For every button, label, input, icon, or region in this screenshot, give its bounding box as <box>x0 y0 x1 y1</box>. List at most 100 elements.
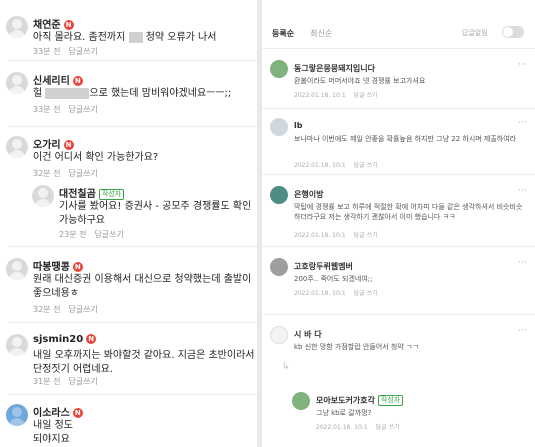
comment-text: 200주.. 죽어도 되겠네여;; <box>294 275 373 283</box>
comment-meta: 2022.01.18. 10:1 답글 쓰기 <box>294 288 378 297</box>
reply-link[interactable]: 답글 쓰기 <box>354 92 378 99</box>
reply-alert-label: 답글알림 <box>462 29 488 37</box>
new-badge: N <box>72 408 83 418</box>
comment-nickname[interactable]: 모아보도커가호각 작성자 <box>316 395 404 406</box>
comment-time: 2022.01.18. 10:1 <box>294 162 346 169</box>
divider <box>262 314 535 315</box>
comment-time: 33분 전 <box>33 105 61 114</box>
divider <box>8 246 257 247</box>
comment-meta: 33분 전 답글쓰기 <box>33 104 98 115</box>
more-icon[interactable]: ··· <box>518 258 527 268</box>
comment-text-part: 으로 했는데 맘비워야겠네요ㅡㅡ;; <box>89 88 232 99</box>
reply-alert-toggle[interactable] <box>502 26 524 38</box>
reply-link[interactable]: 답글 쓰기 <box>376 424 400 431</box>
divider <box>8 394 257 395</box>
comment-nickname[interactable]: 고호랑두뤼웹멤버 <box>294 261 353 272</box>
comment-text: 아직 몰라요. 좀전까지 청약 오류가 나서 <box>33 31 255 45</box>
comment-meta: 31분 전 답글쓰기 <box>33 376 98 387</box>
reply-link[interactable]: 답글쓰기 <box>68 47 97 56</box>
comment-panel-left: 채연준 N 아직 몰라요. 좀전까지 청약 오류가 나서 33분 전 답글쓰기 신세… <box>0 0 257 447</box>
comment-time: 23분 전 <box>59 230 87 239</box>
avatar[interactable] <box>6 136 28 158</box>
new-badge: N <box>86 334 97 344</box>
reply-link[interactable]: 답글쓰기 <box>68 169 97 178</box>
tab-register-order[interactable]: 등록순 <box>272 29 294 38</box>
comment-time: 2022.01.18. 10:1 <box>294 290 346 297</box>
avatar[interactable] <box>270 258 288 276</box>
reply-link[interactable]: 답글 쓰기 <box>354 290 378 297</box>
comment-nickname[interactable]: 따봉땡콩 N <box>33 258 83 273</box>
more-icon[interactable]: ··· <box>518 118 527 128</box>
comment-nickname[interactable]: lb <box>294 121 302 130</box>
nickname-text: 오가리 <box>33 140 61 151</box>
avatar[interactable] <box>32 185 54 207</box>
reply-link[interactable]: 답글쓰기 <box>94 230 123 239</box>
comment-time: 2022.01.18. 10:1 <box>316 424 368 431</box>
author-badge: 작성자 <box>377 395 404 406</box>
avatar[interactable] <box>6 404 28 426</box>
comment-text: 환불이라도 머머서야죠 넷 경쟁률 보고가셔요 <box>294 77 426 85</box>
comment-time: 32분 전 <box>33 169 61 178</box>
more-icon[interactable]: ··· <box>518 326 527 336</box>
avatar[interactable] <box>6 334 28 356</box>
comment-meta: 23분 전 답글쓰기 <box>59 229 124 240</box>
avatar[interactable] <box>6 72 28 94</box>
reply-link[interactable]: 답글쓰기 <box>68 377 97 386</box>
comment-text: kb 신한 망함 가점할랍 안들어서 청약 ㄱㄱ <box>294 343 419 351</box>
avatar[interactable] <box>6 16 28 38</box>
new-badge: N <box>72 262 83 272</box>
more-icon[interactable]: ··· <box>518 186 527 196</box>
comment-meta: 32분 전 답글쓰기 <box>33 168 98 179</box>
comment-text: 내일 정도 되야지요 <box>33 420 73 445</box>
avatar[interactable] <box>270 186 288 204</box>
comment-text: 보나마나 이번에도 제일 안좋을 확률높음 하지만 그냥 22 하시며 제출하여… <box>294 135 517 143</box>
divider <box>262 246 535 247</box>
reply-link[interactable]: 답글쓰기 <box>68 105 97 114</box>
comment-time: 2022.01.18. 10:1 <box>294 92 346 99</box>
reply-link[interactable]: 답글 쓰기 <box>354 232 378 239</box>
divider <box>262 108 535 109</box>
author-badge: 작성자 <box>98 188 125 200</box>
comment-nickname[interactable]: 은행이방 <box>294 189 323 200</box>
nickname-text: 채연준 <box>33 20 61 31</box>
comment-nickname[interactable]: 시 바 다 <box>294 329 322 340</box>
nickname-text: 따봉땡콩 <box>33 262 70 273</box>
avatar[interactable] <box>6 258 28 280</box>
comment-nickname[interactable]: 신세리티 N <box>33 72 83 87</box>
redacted-text <box>45 87 90 99</box>
nickname-text: 모아보도커가호각 <box>316 396 375 405</box>
comment-meta: 2022.01.18. 10:1 답글 쓰기 <box>294 90 378 99</box>
comment-time: 2022.01.18. 10:1 <box>294 232 346 239</box>
comment-text: 원래 대신증권 이용해서 대신으로 청약했는데 출발이 좋으네용ㅎ <box>33 274 252 299</box>
avatar[interactable] <box>292 392 310 410</box>
avatar[interactable] <box>270 60 288 78</box>
sort-tabs: 등록순 최신순 <box>272 28 332 39</box>
comment-text: 헐 으로 했는데 맘비워야겠네요ㅡㅡ;; <box>33 87 255 101</box>
comment-nickname[interactable]: sjsmin20 N <box>33 334 97 345</box>
comment-time: 32분 전 <box>33 305 61 314</box>
nickname-text: 대전칠곰 <box>59 189 96 200</box>
nickname-text: 신세리티 <box>33 76 70 87</box>
tab-latest[interactable]: 최신순 <box>310 29 332 38</box>
comment-nickname[interactable]: 이소라스 N <box>33 404 83 419</box>
comment-time: 31분 전 <box>33 377 61 386</box>
comment-nickname[interactable]: 동그랗은뭉뭉돼지입니다 <box>294 63 375 74</box>
reply-link[interactable]: 답글쓰기 <box>68 305 97 314</box>
comment-text: 막탑에 경쟁률 보고 하루에 적절한 확에 어차피 다들 같은 생각하셔서 비슷… <box>294 203 523 221</box>
comment-text: 그냥 kb로 갈까멍? <box>316 409 372 417</box>
avatar[interactable] <box>270 118 288 136</box>
comment-text: 기사를 봤어요! 증권사 - 공모주 경쟁률도 확인가능하구요 <box>59 201 252 226</box>
divider <box>8 322 257 323</box>
comment-meta: 2022.01.18. 10:1 답글 쓰기 <box>316 422 400 431</box>
avatar[interactable] <box>270 326 288 344</box>
comment-meta: 2022.01.18. 10:1 답글 쓰기 <box>294 160 378 169</box>
reply-link[interactable]: 답글 쓰기 <box>354 162 378 169</box>
comment-time: 33분 전 <box>33 47 61 56</box>
divider <box>8 126 257 127</box>
new-badge: N <box>63 140 74 150</box>
comment-text-part: 청약 오류가 나서 <box>142 32 217 43</box>
comment-nickname[interactable]: 오가리 N <box>33 136 74 151</box>
comment-nickname[interactable]: 대전칠곰 작성자 <box>59 185 125 200</box>
more-icon[interactable]: ··· <box>518 60 527 70</box>
comment-nickname[interactable]: 채연준 N <box>33 16 74 31</box>
